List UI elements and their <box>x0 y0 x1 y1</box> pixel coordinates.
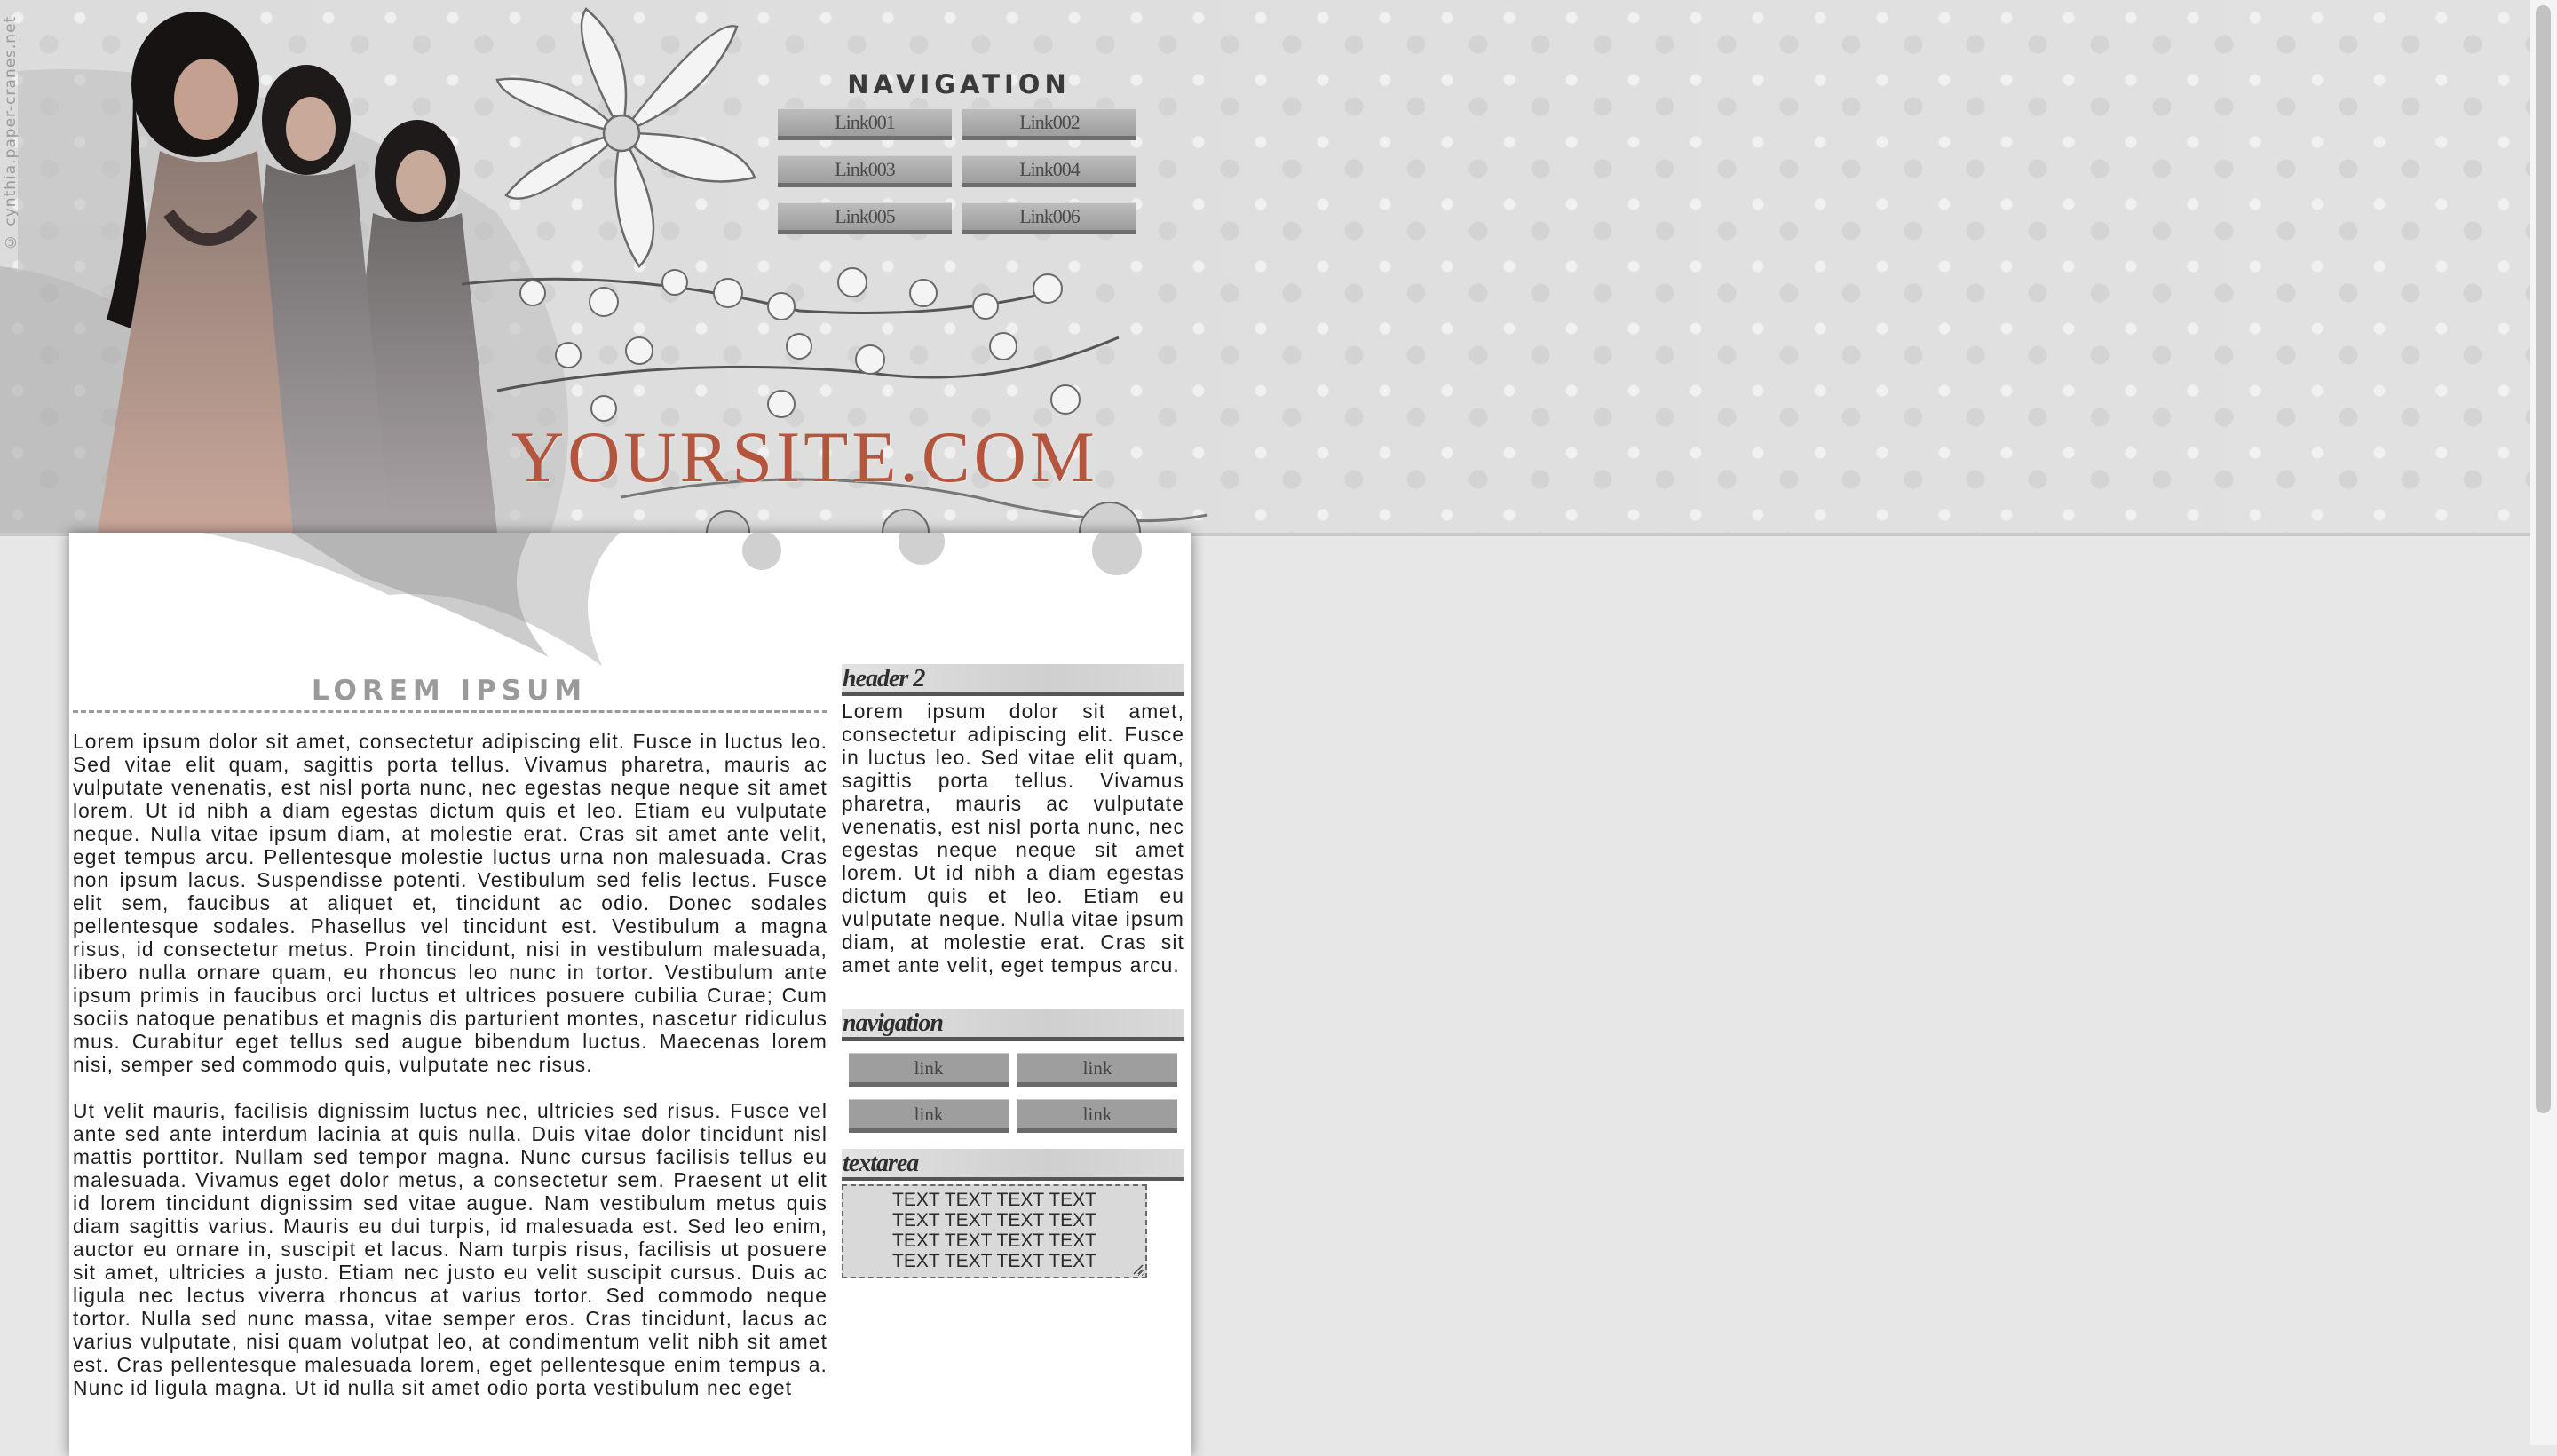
nav-link-005[interactable]: Link005 <box>778 202 952 234</box>
sidebar-textarea-header: textarea <box>842 1149 1184 1181</box>
sidebar-link-4[interactable]: link <box>1017 1099 1177 1133</box>
sidebar-link-3[interactable]: link <box>849 1099 1009 1133</box>
nav-link-001[interactable]: Link001 <box>778 108 952 140</box>
textarea-value: TEXT TEXT TEXT TEXT TEXT TEXT TEXT TEXT … <box>892 1190 1096 1271</box>
header-banner: © cynthia.paper-cranes.net NAVIGATION Li… <box>0 0 2530 567</box>
title-divider <box>73 710 827 713</box>
content-panel: LOREM IPSUM Lorem ipsum dolor sit amet, … <box>69 533 1191 1456</box>
nav-link-006[interactable]: Link006 <box>962 202 1136 234</box>
sidebar-link-2[interactable]: link <box>1017 1053 1177 1087</box>
main-paragraph: Lorem ipsum dolor sit amet, consectetur … <box>73 730 827 1076</box>
nav-link-002[interactable]: Link002 <box>962 108 1136 140</box>
sidebar-navigation-header: navigation <box>842 1009 1184 1041</box>
sidebar-header-2: header 2 <box>842 664 1184 696</box>
navigation-title: NAVIGATION <box>847 69 1071 99</box>
resize-grip-icon[interactable] <box>1131 1262 1144 1275</box>
brush-stroke-icon <box>202 533 1142 666</box>
main-paragraph: Ut velit mauris, facilisis dignissim luc… <box>73 1099 827 1399</box>
sidebar-link-1[interactable]: link <box>849 1053 1009 1087</box>
sidebar-text: Lorem ipsum dolor sit amet, consectetur … <box>842 700 1184 977</box>
main-title: LOREM IPSUM <box>311 675 588 707</box>
nav-link-003[interactable]: Link003 <box>778 155 952 187</box>
main-article: Lorem ipsum dolor sit amet, consectetur … <box>73 730 827 1422</box>
nav-link-004[interactable]: Link004 <box>962 155 1136 187</box>
scrollbar-thumb[interactable] <box>2536 5 2551 1113</box>
text-area[interactable]: TEXT TEXT TEXT TEXT TEXT TEXT TEXT TEXT … <box>842 1184 1147 1278</box>
page-scrollbar[interactable] <box>2530 0 2557 1445</box>
site-name[interactable]: YOURSITE.COM <box>511 415 1098 499</box>
people-photo-icon <box>98 12 497 533</box>
